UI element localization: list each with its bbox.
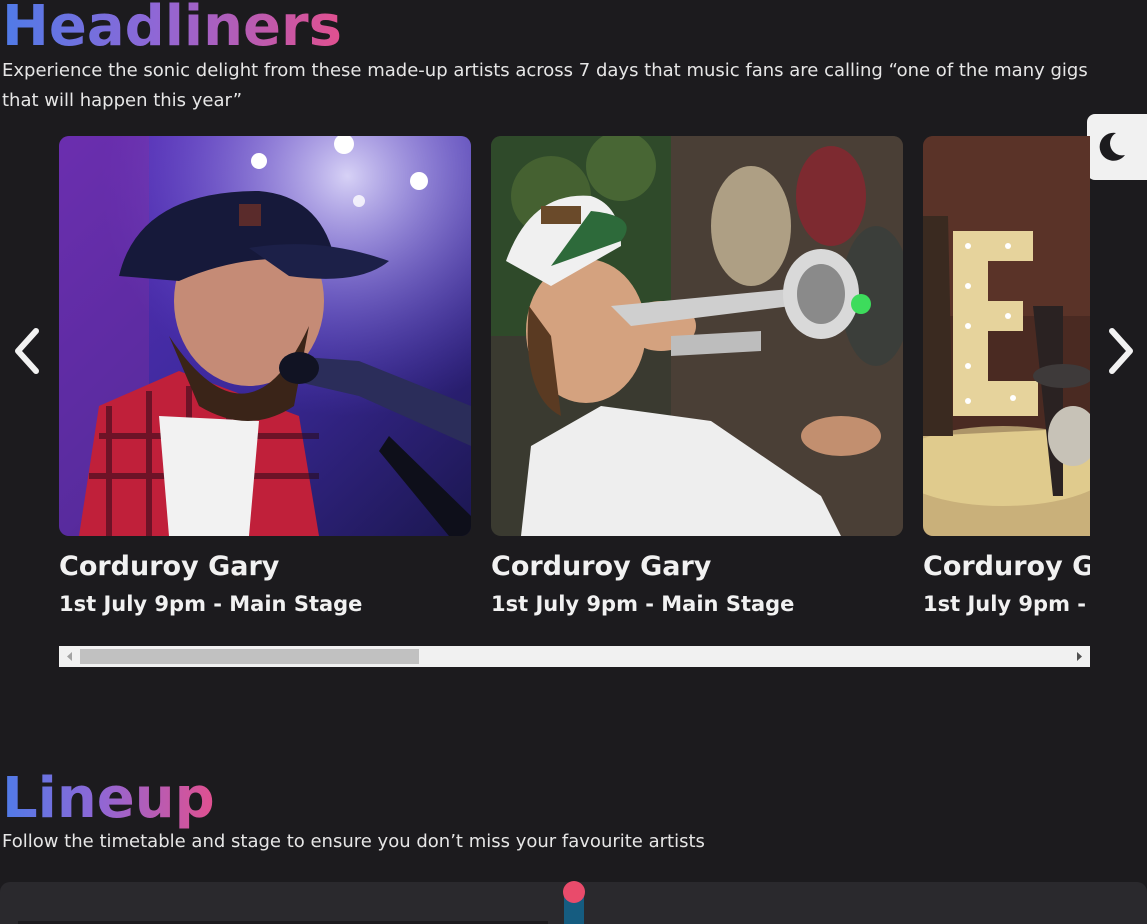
scrollbar-thumb[interactable] [80, 649, 419, 664]
chevron-left-icon [15, 328, 39, 374]
artist-name: Corduroy Gary [59, 551, 280, 582]
headliner-card[interactable]: Corduroy Gary 1st July 9pm - Main Stage [491, 136, 903, 626]
headliner-card[interactable]: Corduroy Gary 1st July 9pm - Main Stage [59, 136, 471, 626]
caret-right-icon [1077, 652, 1082, 661]
lineup-subtitle: Follow the timetable and stage to ensure… [2, 831, 705, 852]
headliners-title: Headliners [2, 0, 342, 57]
current-time-marker [563, 881, 585, 903]
scroll-right-button[interactable] [1069, 646, 1090, 667]
headliners-carousel[interactable]: Corduroy Gary 1st July 9pm - Main Stage [59, 136, 1090, 626]
headliner-image-trumpet [491, 136, 903, 536]
artist-name: Corduroy Gary [491, 551, 712, 582]
page: Headliners Experience the sonic delight … [0, 0, 1147, 924]
moon-icon [1099, 132, 1125, 161]
scroll-left-button[interactable] [59, 646, 80, 667]
artist-date: 1st July 9pm - Main Stage [923, 592, 1090, 616]
theme-toggle-button[interactable] [1087, 114, 1147, 180]
lineup-title: Lineup [2, 766, 215, 831]
chevron-right-icon [1109, 328, 1133, 374]
carousel-next-button[interactable] [1102, 325, 1138, 377]
carousel-prev-button[interactable] [10, 325, 46, 377]
carousel-scrollbar[interactable] [59, 646, 1090, 667]
headliner-image-band [923, 136, 1090, 536]
artist-date: 1st July 9pm - Main Stage [491, 592, 795, 616]
headliners-subtitle: Experience the sonic delight from these … [2, 60, 1088, 111]
artist-name: Corduroy Gary [923, 551, 1090, 582]
caret-left-icon [67, 652, 72, 661]
headliner-image-singer [59, 136, 471, 536]
headliner-card[interactable]: Corduroy Gary 1st July 9pm - Main Stage [923, 136, 1090, 626]
artist-date: 1st July 9pm - Main Stage [59, 592, 363, 616]
